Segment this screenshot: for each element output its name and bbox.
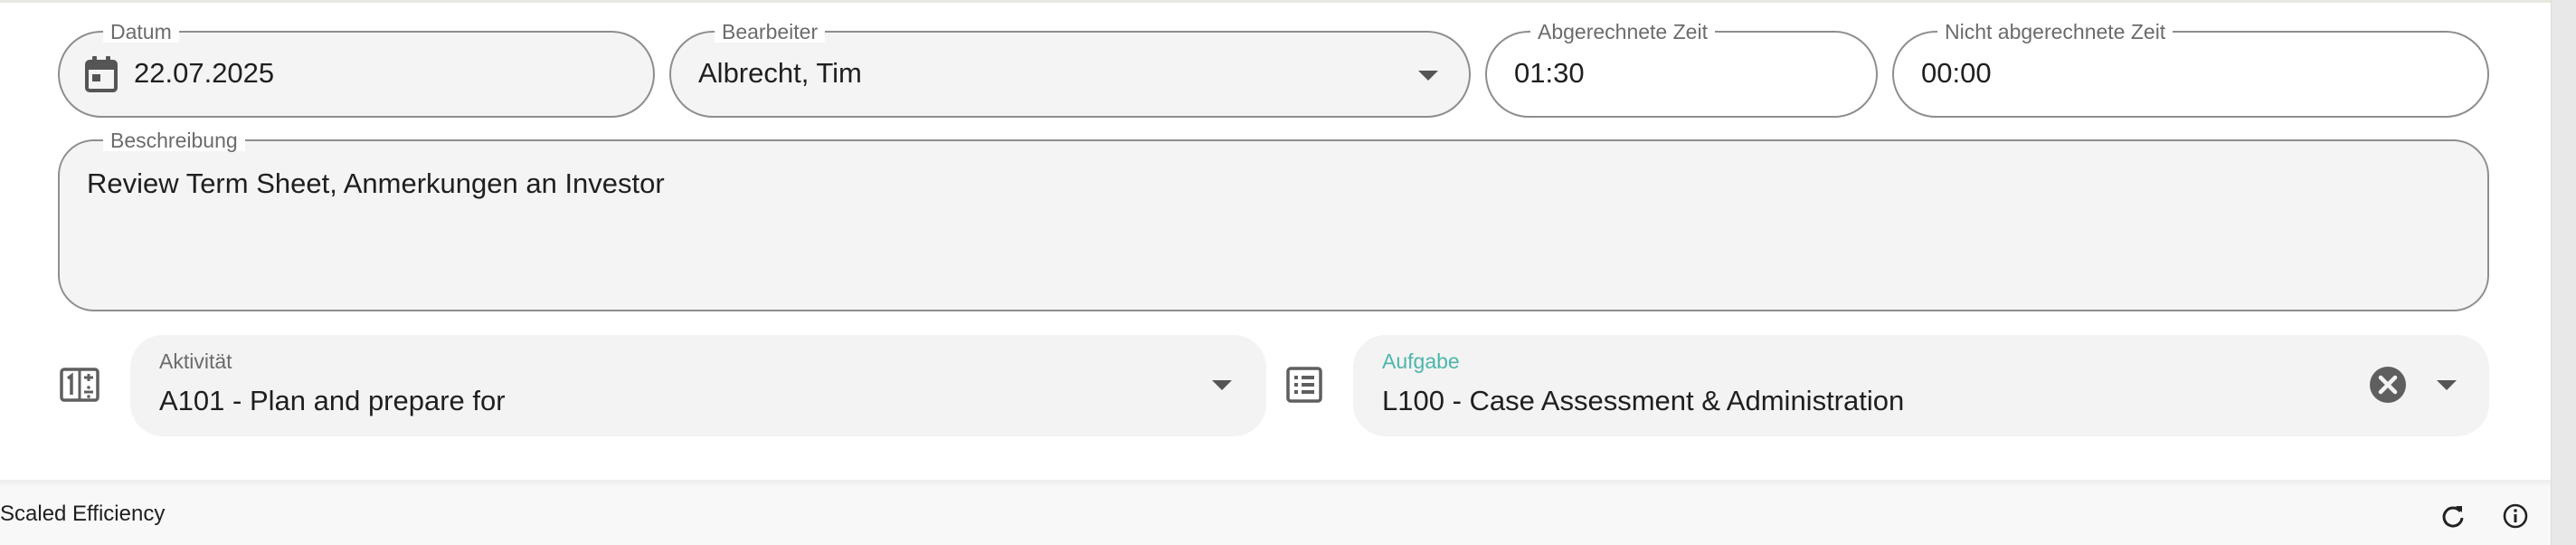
aktivitaet-value: A101 - Plan and prepare for [159, 385, 506, 416]
aktivitaet-select[interactable]: Aktivität A101 - Plan and prepare for [130, 335, 1266, 436]
chevron-down-icon[interactable] [1418, 71, 1438, 81]
calendar-icon[interactable] [83, 54, 119, 99]
footer-title: Scaled Efficiency [0, 502, 166, 526]
nicht-abgerechnete-zeit-label: Nicht abgerechnete Zeit [1937, 21, 2174, 43]
info-icon[interactable] [2502, 502, 2529, 534]
bearbeiter-value: Albrecht, Tim [698, 57, 862, 89]
nicht-abgerechnete-zeit-value: 00:00 [1921, 57, 1992, 89]
date-field[interactable]: Datum 22.07.2025 [58, 21, 655, 118]
abgerechnete-zeit-label: Abgerechnete Zeit [1530, 21, 1715, 43]
chevron-down-icon[interactable] [1212, 380, 1232, 390]
abgerechnete-zeit-value: 01:30 [1514, 57, 1585, 89]
aufgabe-label: Aufgabe [1382, 349, 1460, 373]
date-label: Datum [103, 21, 179, 43]
activity-code-icon [60, 368, 99, 406]
date-value: 22.07.2025 [134, 57, 275, 89]
bearbeiter-select[interactable]: Bearbeiter Albrecht, Tim [669, 21, 1471, 118]
nicht-abgerechnete-zeit-field[interactable]: Nicht abgerechnete Zeit 00:00 [1892, 21, 2489, 118]
beschreibung-textarea[interactable]: Beschreibung Review Term Sheet, Anmerkun… [58, 129, 2489, 311]
vertical-scrollbar[interactable] [2551, 0, 2576, 545]
footer-shadow [0, 480, 2551, 487]
clear-icon[interactable] [2369, 366, 2407, 408]
beschreibung-label: Beschreibung [103, 129, 245, 151]
top-divider [0, 0, 2551, 3]
chevron-down-icon[interactable] [2437, 380, 2457, 390]
aufgabe-value: L100 - Case Assessment & Administration [1382, 385, 1905, 416]
aktivitaet-label: Aktivität [159, 349, 232, 373]
footer-bar: Scaled Efficiency [0, 487, 2551, 545]
aufgabe-select[interactable]: Aufgabe L100 - Case Assessment & Adminis… [1353, 335, 2489, 436]
beschreibung-value: Review Term Sheet, Anmerkungen an Invest… [87, 167, 665, 199]
bearbeiter-label: Bearbeiter [715, 21, 826, 43]
abgerechnete-zeit-field[interactable]: Abgerechnete Zeit 01:30 [1485, 21, 1878, 118]
task-list-icon [1286, 367, 1322, 407]
refresh-icon[interactable] [2440, 503, 2466, 533]
